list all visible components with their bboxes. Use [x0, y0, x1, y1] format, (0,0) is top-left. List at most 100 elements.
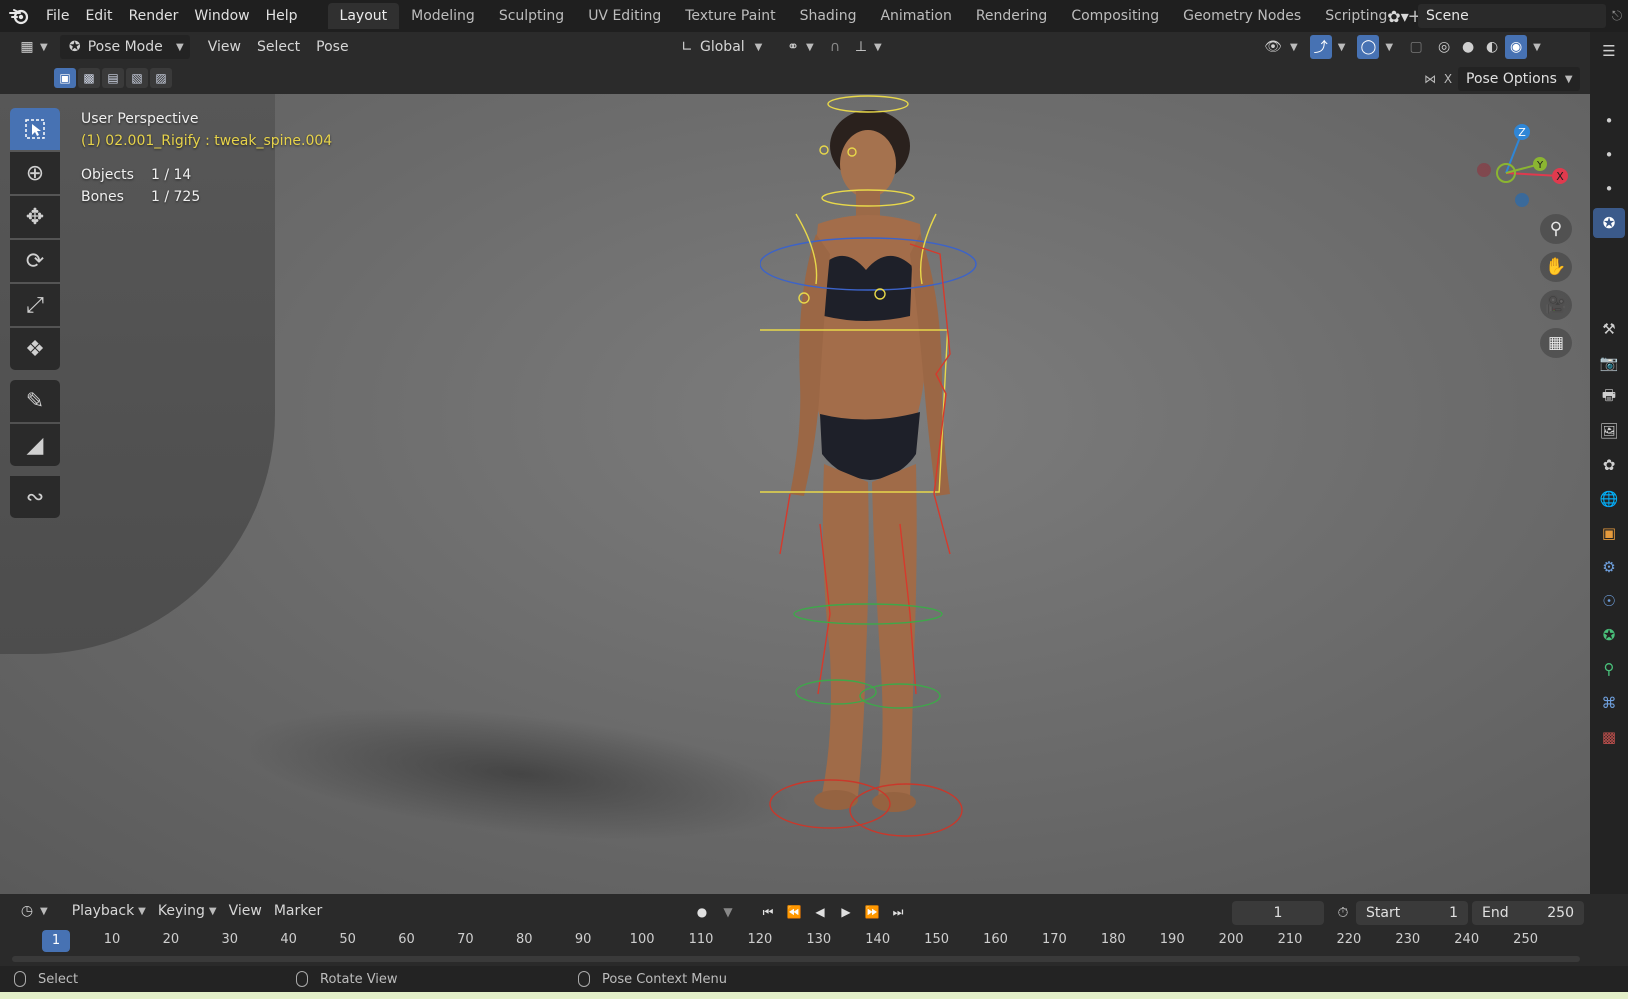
pan-hand-icon[interactable]: ✋: [1540, 252, 1572, 282]
pivot-point-button[interactable]: ⚭ ▼: [778, 35, 820, 59]
select-box-tool[interactable]: [10, 108, 60, 150]
tab-modeling[interactable]: Modeling: [399, 3, 487, 29]
timeline-scrollbar[interactable]: [12, 956, 1580, 962]
menu-window[interactable]: Window: [186, 0, 257, 32]
visibility-icon[interactable]: 👁: [1262, 35, 1284, 59]
scene-icon[interactable]: ✿▾: [1378, 7, 1418, 26]
pin-icon[interactable]: ⎋: [1606, 9, 1628, 24]
tool-tab-icon[interactable]: ⚒: [1593, 314, 1625, 344]
menu-help[interactable]: Help: [258, 0, 306, 32]
keying-label: Keying: [157, 903, 205, 919]
physics-tab-icon[interactable]: ☉: [1593, 586, 1625, 616]
zoom-icon[interactable]: ⚲: [1540, 214, 1572, 244]
view-layer-tab-icon[interactable]: 🖼: [1593, 416, 1625, 446]
prev-keyframe-icon[interactable]: ⏪: [782, 901, 806, 923]
pose-options-dropdown[interactable]: Pose Options ▼: [1458, 67, 1580, 91]
stopwatch-icon[interactable]: ⏱: [1334, 905, 1352, 921]
jump-end-icon[interactable]: ⏭: [886, 901, 910, 923]
keying-menu[interactable]: Keying ▼: [152, 899, 223, 923]
frame-ruler[interactable]: 1 10 20 30 40 50 60 70 80 90 100 110 120 130 140 150 16…: [0, 928, 1590, 956]
gizmo-neg-x-axis[interactable]: [1477, 163, 1491, 177]
menu-view[interactable]: View: [202, 35, 247, 59]
material-shading-icon[interactable]: ◐: [1481, 35, 1503, 59]
select-new-icon[interactable]: ▣: [54, 68, 76, 88]
tab-shading[interactable]: Shading: [788, 3, 869, 29]
3d-viewport[interactable]: ⊕ ✥ ⟳ ⤢ ❖ ✎ ◢ ∾ User Perspective (1) 02.…: [0, 94, 1590, 894]
transform-tool[interactable]: ❖: [10, 328, 60, 370]
timeline-editor-type-button[interactable]: ◷ ▼: [12, 899, 54, 923]
start-frame-field[interactable]: Start 1: [1356, 901, 1468, 925]
menu-select[interactable]: Select: [251, 35, 306, 59]
menu-pose[interactable]: Pose: [310, 35, 354, 59]
tab-layout[interactable]: Layout: [327, 3, 400, 29]
tab-compositing[interactable]: Compositing: [1059, 3, 1171, 29]
render-tab-icon[interactable]: 📷: [1593, 348, 1625, 378]
select-subtract-icon[interactable]: ▤: [102, 68, 124, 88]
menu-file[interactable]: File: [38, 0, 77, 32]
timeline-view-menu[interactable]: View: [223, 899, 268, 923]
blender-logo-icon[interactable]: [0, 0, 38, 32]
dot-icon[interactable]: •: [1593, 106, 1625, 136]
next-keyframe-icon[interactable]: ⏩: [860, 901, 884, 923]
menu-edit[interactable]: Edit: [77, 0, 120, 32]
select-invert-icon[interactable]: ▧: [126, 68, 148, 88]
editor-type-button[interactable]: ▦ ▼: [12, 35, 54, 59]
tab-animation[interactable]: Animation: [868, 3, 963, 29]
output-tab-icon[interactable]: 🖶: [1593, 382, 1625, 412]
playback-menu[interactable]: Playback ▼: [66, 899, 152, 923]
world-tab-icon[interactable]: 🌐: [1593, 484, 1625, 514]
menu-render[interactable]: Render: [121, 0, 187, 32]
dot-icon[interactable]: •: [1593, 140, 1625, 170]
modifier-tab-icon[interactable]: ⚙: [1593, 552, 1625, 582]
jump-start-icon[interactable]: ⏮: [756, 901, 780, 923]
record-icon[interactable]: ●: [690, 901, 714, 923]
annotate-tool[interactable]: ✎: [10, 380, 60, 422]
overlays-toggle-icon[interactable]: ◯: [1357, 35, 1380, 59]
bone-tab-icon[interactable]: ⚲: [1593, 654, 1625, 684]
chevron-down-icon: ▼: [1533, 41, 1541, 53]
current-frame-field[interactable]: 1: [1232, 901, 1324, 925]
dot-icon[interactable]: •: [1593, 174, 1625, 204]
mode-selector[interactable]: ✪ Pose Mode ▼: [59, 35, 190, 59]
solid-shading-icon[interactable]: ●: [1457, 35, 1479, 59]
scale-tool[interactable]: ⤢: [10, 284, 60, 326]
rendered-shading-icon[interactable]: ◉: [1505, 35, 1528, 59]
play-icon[interactable]: ▶: [834, 901, 858, 923]
gizmo-neg-z-axis[interactable]: [1515, 193, 1529, 207]
tab-uv-editing[interactable]: UV Editing: [576, 3, 673, 29]
cursor-tool[interactable]: ⊕: [10, 152, 60, 194]
camera-view-icon[interactable]: 🎥: [1540, 290, 1572, 320]
tab-rendering[interactable]: Rendering: [964, 3, 1060, 29]
pose-tab-icon[interactable]: ✪: [1593, 208, 1625, 238]
end-frame-field[interactable]: End 250: [1472, 901, 1584, 925]
outliner-toggle-icon[interactable]: ☰: [1593, 36, 1625, 66]
texture-tab-icon[interactable]: ▩: [1593, 722, 1625, 752]
snap-target-button[interactable]: ⊥ ▼: [846, 35, 888, 59]
scene-tab-icon[interactable]: ✿: [1593, 450, 1625, 480]
perspective-toggle-icon[interactable]: ▦: [1540, 328, 1572, 358]
wireframe-shading-icon[interactable]: ◎: [1433, 35, 1455, 59]
navigation-gizmo[interactable]: Z X Y: [1470, 108, 1580, 208]
tab-geometry-nodes[interactable]: Geometry Nodes: [1171, 3, 1313, 29]
tab-texture-paint[interactable]: Texture Paint: [673, 3, 787, 29]
rigged-character[interactable]: [760, 94, 1020, 894]
select-extend-icon[interactable]: ▩: [78, 68, 100, 88]
marker-menu[interactable]: Marker: [268, 899, 328, 923]
play-reverse-icon[interactable]: ◀: [808, 901, 832, 923]
select-intersect-icon[interactable]: ▨: [150, 68, 172, 88]
object-tab-icon[interactable]: ▣: [1593, 518, 1625, 548]
gizmo-toggle-icon[interactable]: ⤴: [1309, 35, 1332, 59]
playhead-frame-indicator[interactable]: 1: [42, 930, 70, 952]
tab-sculpting[interactable]: Sculpting: [487, 3, 576, 29]
measure-tool[interactable]: ◢: [10, 424, 60, 466]
bone-constraint-tab-icon[interactable]: ⌘: [1593, 688, 1625, 718]
x-mirror-toggle[interactable]: ⋈ X: [1420, 67, 1456, 91]
scene-name-field[interactable]: Scene: [1418, 4, 1606, 28]
xray-toggle-icon[interactable]: ▢: [1405, 35, 1427, 59]
relax-pose-tool[interactable]: ∾: [10, 476, 60, 518]
chevron-down-icon[interactable]: ▼: [716, 901, 740, 923]
armature-tab-icon[interactable]: ✪: [1593, 620, 1625, 650]
transform-orientation-selector[interactable]: ∟ Global ▼: [672, 35, 768, 59]
rotate-tool[interactable]: ⟳: [10, 240, 60, 282]
move-tool[interactable]: ✥: [10, 196, 60, 238]
